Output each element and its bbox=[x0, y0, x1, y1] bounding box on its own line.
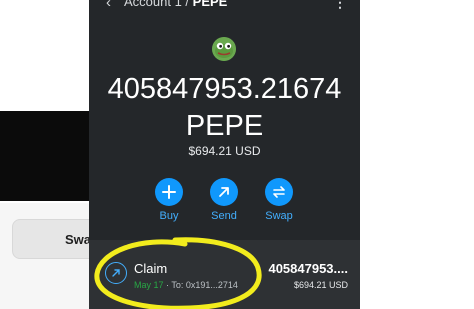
send-button[interactable]: Send bbox=[204, 178, 244, 222]
buy-label: Buy bbox=[159, 210, 179, 222]
transaction-recipient: · To: 0x191...2714 bbox=[166, 280, 238, 290]
arrow-up-right-icon bbox=[210, 178, 238, 206]
background-right-area bbox=[360, 0, 474, 309]
activity-list-item[interactable]: Claim May 17 · To: 0x191...2714 40584795… bbox=[89, 240, 360, 309]
swap-arrows-icon bbox=[265, 178, 293, 206]
background-dark-panel bbox=[0, 111, 89, 201]
breadcrumb-account[interactable]: Account 1 / bbox=[124, 0, 189, 9]
swap-button[interactable]: Swap bbox=[259, 178, 299, 222]
background-swap-label: Swa bbox=[65, 231, 92, 247]
send-label: Send bbox=[211, 210, 237, 222]
transaction-fiat: $694.21 USD bbox=[293, 280, 348, 290]
token-symbol: PEPE bbox=[185, 110, 264, 142]
breadcrumb-token: PEPE bbox=[192, 0, 228, 9]
transaction-amount: 405847953.... bbox=[268, 261, 348, 276]
pepe-frog-icon bbox=[212, 37, 236, 61]
transaction-title: Claim bbox=[134, 261, 168, 276]
transaction-date: May 17 bbox=[134, 280, 164, 290]
transaction-meta: May 17 · To: 0x191...2714 bbox=[134, 280, 238, 290]
swap-label: Swap bbox=[265, 210, 293, 222]
buy-button[interactable]: Buy bbox=[149, 178, 189, 222]
breadcrumb: Account 1 / PEPE bbox=[124, 0, 227, 9]
token-balance: 405847953.21674 bbox=[107, 73, 342, 105]
more-menu-icon[interactable]: ⋮ bbox=[333, 0, 347, 11]
token-fiat-value: $694.21 USD bbox=[188, 144, 261, 158]
wallet-popup: ‹ Account 1 / PEPE ⋮ 405847953.21674 PEP… bbox=[89, 0, 360, 309]
back-arrow-icon[interactable]: ‹ bbox=[106, 0, 111, 11]
plus-icon bbox=[155, 178, 183, 206]
transaction-arrow-icon bbox=[105, 262, 127, 284]
